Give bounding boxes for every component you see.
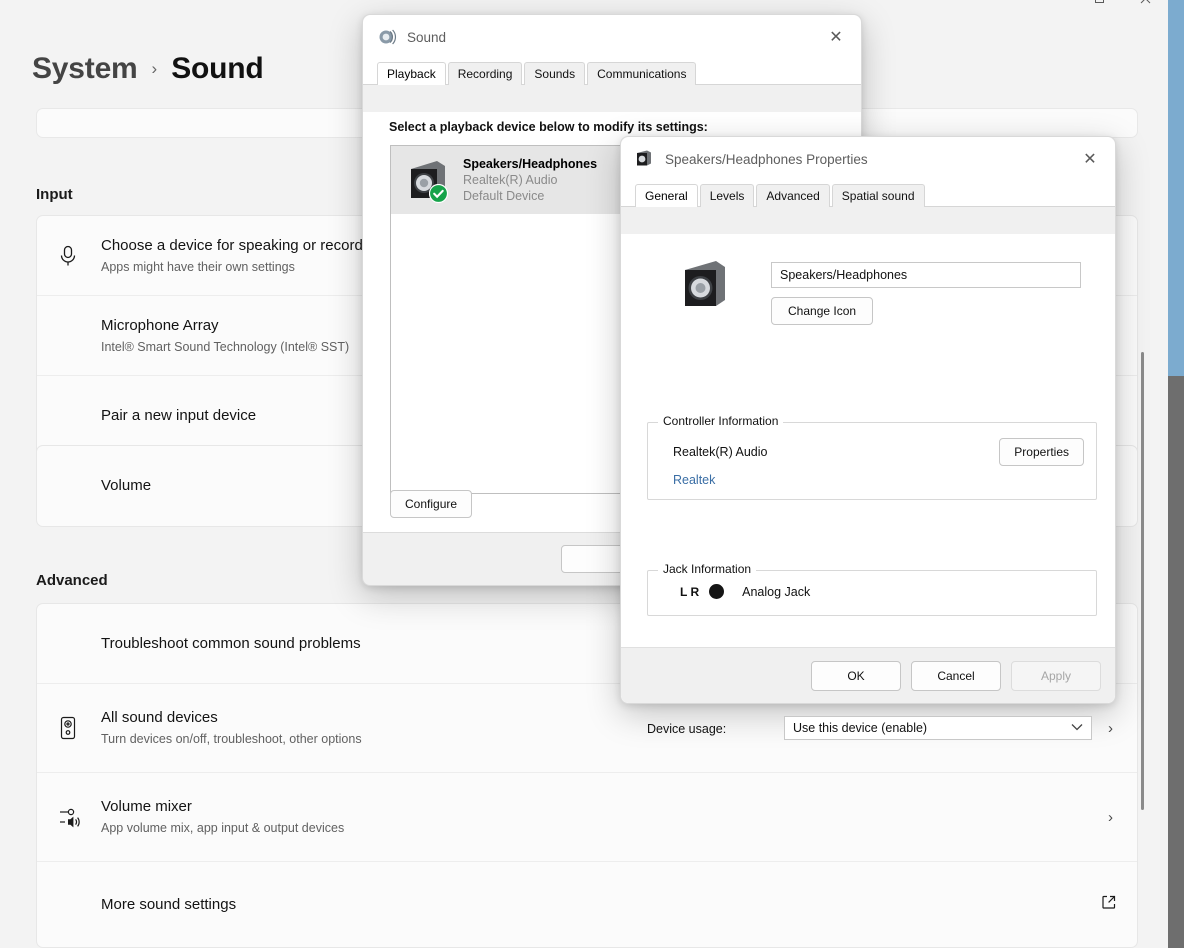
controller-group-label: Controller Information <box>658 414 783 428</box>
list-item-subtitle: App volume mix, app input & output devic… <box>101 819 1108 837</box>
desktop-sky <box>1168 0 1184 376</box>
breadcrumb: System › Sound <box>32 52 264 86</box>
minimize-icon[interactable] <box>1030 0 1076 14</box>
scrollbar-thumb[interactable] <box>1141 352 1144 810</box>
screen-root: System › Sound Input Ch <box>0 0 1184 948</box>
controller-properties-button[interactable]: Properties <box>999 438 1084 466</box>
device-usage-value: Use this device (enable) <box>793 717 927 739</box>
chevron-down-icon <box>1071 717 1083 739</box>
jack-row: L R Analog Jack <box>680 584 810 599</box>
tab-communications[interactable]: Communications <box>587 62 696 85</box>
tab-advanced[interactable]: Advanced <box>756 184 829 207</box>
properties-dialog-titlebar: Speakers/Headphones Properties ✕ <box>621 137 1115 181</box>
jack-port-icon <box>709 584 724 599</box>
list-item-title: Volume mixer <box>101 797 1108 817</box>
device-usage-label: Device usage: <box>647 722 726 736</box>
chevron-right-icon: › <box>1108 720 1117 737</box>
section-title-input: Input <box>36 186 73 203</box>
default-check-badge <box>429 184 448 203</box>
controller-name: Realtek(R) Audio <box>673 445 768 459</box>
close-icon[interactable]: ✕ <box>1071 144 1109 174</box>
playback-hint: Select a playback device below to modify… <box>389 120 708 134</box>
properties-dialog-title: Speakers/Headphones Properties <box>665 152 1071 167</box>
tab-sounds[interactable]: Sounds <box>524 62 585 85</box>
jack-channels: L R <box>680 585 699 599</box>
tab-spatial-sound[interactable]: Spatial sound <box>832 184 925 207</box>
speaker-icon <box>403 157 449 203</box>
tab-recording[interactable]: Recording <box>448 62 523 85</box>
ok-button[interactable]: OK <box>811 661 901 691</box>
sound-dialog-title: Sound <box>407 30 817 45</box>
device-icon <box>676 256 732 312</box>
breadcrumb-parent[interactable]: System <box>32 52 138 86</box>
device-name: Speakers/Headphones <box>463 156 597 172</box>
sound-dialog-titlebar: Sound ✕ <box>363 15 861 59</box>
speaker-properties-dialog: Speakers/Headphones Properties ✕ General… <box>620 136 1116 704</box>
tab-playback[interactable]: Playback <box>377 62 446 85</box>
general-tab-pane: Speakers/Headphones Change Icon Controll… <box>621 234 1115 703</box>
sound-dialog-tabs: Playback Recording Sounds Communications <box>363 59 861 85</box>
device-status: Default Device <box>463 188 597 204</box>
cancel-button[interactable]: Cancel <box>911 661 1001 691</box>
breadcrumb-separator-icon: › <box>152 59 158 79</box>
apply-button: Apply <box>1011 661 1101 691</box>
speaker-small-icon <box>635 149 655 169</box>
chevron-right-icon: › <box>1108 809 1117 826</box>
tab-levels[interactable]: Levels <box>700 184 755 207</box>
volume-mixer-icon <box>59 805 101 829</box>
list-item-title: More sound settings <box>101 895 1101 915</box>
device-driver: Realtek(R) Audio <box>463 172 597 188</box>
jack-group-label: Jack Information <box>658 562 756 576</box>
jack-label: Analog Jack <box>742 585 810 599</box>
desktop-background <box>1168 0 1184 948</box>
tab-general[interactable]: General <box>635 184 698 207</box>
device-name-field[interactable]: Speakers/Headphones <box>771 262 1081 288</box>
page-title: Sound <box>171 52 263 86</box>
section-title-advanced: Advanced <box>36 572 108 589</box>
external-link-icon <box>1101 894 1117 915</box>
device-usage-select[interactable]: Use this device (enable) <box>784 716 1092 740</box>
sound-speaker-icon <box>377 27 397 47</box>
jack-information-group: Jack Information L R Analog Jack <box>647 570 1097 616</box>
maximize-icon[interactable] <box>1076 0 1122 14</box>
vertical-scrollbar[interactable] <box>1136 0 1152 948</box>
controller-vendor-link[interactable]: Realtek <box>673 473 715 487</box>
list-item-volume-mixer[interactable]: Volume mixer App volume mix, app input &… <box>37 773 1137 862</box>
list-item-more-sound-settings[interactable]: More sound settings <box>37 862 1137 947</box>
change-icon-button[interactable]: Change Icon <box>771 297 873 325</box>
properties-dialog-footer: OK Cancel Apply <box>621 647 1115 703</box>
close-icon[interactable]: ✕ <box>817 22 855 52</box>
microphone-icon <box>59 245 101 267</box>
desktop-ground <box>1168 376 1184 948</box>
controller-information-group: Controller Information Realtek(R) Audio … <box>647 422 1097 500</box>
properties-dialog-tabs: General Levels Advanced Spatial sound <box>621 181 1115 207</box>
speaker-device-icon <box>59 716 101 740</box>
configure-button[interactable]: Configure <box>390 490 472 518</box>
